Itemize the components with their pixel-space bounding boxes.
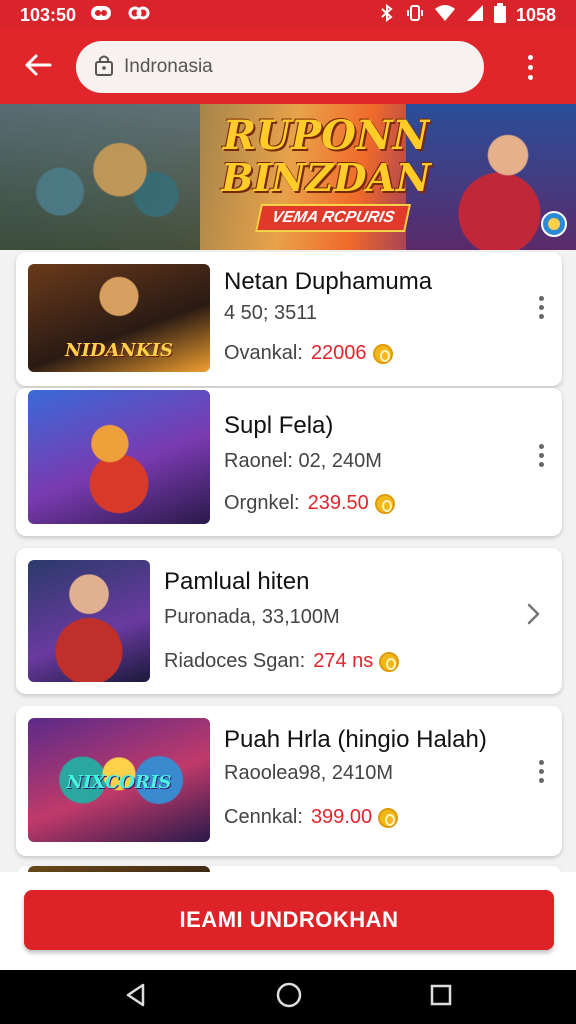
item-more-button[interactable]: [539, 296, 544, 319]
item-thumbnail: [28, 390, 210, 524]
coin-icon: [372, 343, 393, 364]
back-button[interactable]: [0, 30, 76, 104]
wifi-icon: [434, 4, 456, 26]
promo-banner[interactable]: RUPONN BINZDAN VEMA RCPURIS: [0, 104, 576, 250]
item-meta: Raoolea98, 2410M: [224, 762, 394, 784]
list-item[interactable]: Pamlual hiten Puronada, 33,100M Riadoces…: [16, 548, 562, 694]
item-more-button[interactable]: [539, 444, 544, 467]
status-clock-right: 1058: [515, 4, 556, 25]
status-bar: 103:50 1058: [0, 0, 576, 30]
more-vertical-icon: [527, 54, 533, 80]
signal-icon: [466, 4, 484, 26]
lock-icon: [94, 53, 114, 82]
item-price: 399.00: [310, 806, 373, 828]
item-price-row: Orgnkel: 239.50: [224, 492, 395, 515]
banner-art-left: [0, 104, 200, 250]
nav-back-icon[interactable]: [123, 982, 149, 1013]
chevron-right-icon: [526, 603, 542, 630]
item-price-label: Riadoces Sgan:: [164, 650, 306, 672]
item-title: Pamlual hiten: [164, 568, 310, 595]
list-item[interactable]: NIXCORIS Puah Hrla (hingio Halah) Raoole…: [16, 706, 562, 856]
more-vertical-icon: [539, 760, 544, 783]
item-price-row: Ovankal: 22006: [224, 342, 393, 365]
nav-home-icon[interactable]: [275, 981, 303, 1014]
item-meta: Puronada, 33,100M: [164, 606, 340, 628]
coin-icon: [374, 493, 395, 514]
item-meta: 4 50; 3511: [224, 302, 318, 324]
item-price-row: Cennkal: 399.00: [224, 806, 399, 829]
nav-recents-icon[interactable]: [429, 983, 453, 1012]
system-nav-bar: [0, 970, 576, 1024]
item-open-button[interactable]: [526, 602, 542, 631]
item-thumbnail: [28, 560, 150, 682]
banner-badge-icon: [540, 210, 568, 243]
item-thumbnail: NIDANKIS: [28, 264, 210, 372]
item-price-label: Orgnkel:: [224, 492, 300, 514]
bluetooth-icon: [378, 4, 396, 26]
item-more-button[interactable]: [539, 760, 544, 783]
app-bar: [0, 30, 576, 104]
banner-title: RUPONN BINZDAN: [206, 114, 446, 198]
status-time: 103:50: [20, 4, 77, 25]
more-vertical-icon: [539, 296, 544, 319]
item-thumbnail-title: NIDANKIS: [65, 340, 173, 361]
item-meta: Raonel: 02, 240M: [224, 450, 382, 472]
item-title: Supl Fela): [224, 412, 334, 439]
item-price-row: Riadoces Sgan: 274 ns: [164, 650, 400, 673]
notification-icon: [90, 4, 112, 26]
item-price-label: Ovankal:: [224, 342, 303, 364]
arrow-left-icon: [24, 53, 52, 82]
search-bar[interactable]: [76, 41, 484, 93]
more-vertical-icon: [539, 444, 544, 467]
item-price: 22006: [310, 342, 367, 364]
bottom-action-area: IEAMI UNDROKHAN: [0, 872, 576, 970]
item-price: 239.50: [307, 492, 369, 514]
coin-icon: [378, 807, 399, 828]
item-thumbnail-title: NIXCORIS: [66, 772, 172, 793]
list-item[interactable]: NIDANKIS Netan Duphamuma 4 50; 3511 Ovan…: [16, 252, 562, 386]
banner-title-line2: BINZDAN: [221, 155, 431, 200]
list-item[interactable]: Supl Fela) Raonel: 02, 240M Orgnkel: 239…: [16, 388, 562, 536]
coin-icon: [379, 651, 400, 672]
banner-subtitle: VEMA RCPURIS: [255, 204, 412, 232]
primary-cta-button[interactable]: IEAMI UNDROKHAN: [24, 890, 554, 950]
notification-icon: [128, 4, 150, 26]
item-title: Netan Duphamuma: [224, 268, 433, 295]
vibrate-icon: [406, 4, 424, 26]
item-title: Puah Hrla (hingio Halah): [224, 726, 487, 753]
battery-icon: [493, 3, 506, 27]
product-list: NIDANKIS Netan Duphamuma 4 50; 3511 Ovan…: [0, 250, 576, 872]
overflow-menu-button[interactable]: [484, 30, 576, 104]
item-thumbnail: NIXCORIS: [28, 718, 210, 842]
banner-title-line1: RUPONN: [222, 112, 430, 159]
screen: 103:50 1058 Indronasia RUPONN BINZDAN VE…: [0, 0, 576, 1024]
search-input[interactable]: [124, 56, 464, 78]
item-price: 274 ns: [313, 650, 374, 672]
item-price-label: Cennkal:: [224, 806, 303, 828]
